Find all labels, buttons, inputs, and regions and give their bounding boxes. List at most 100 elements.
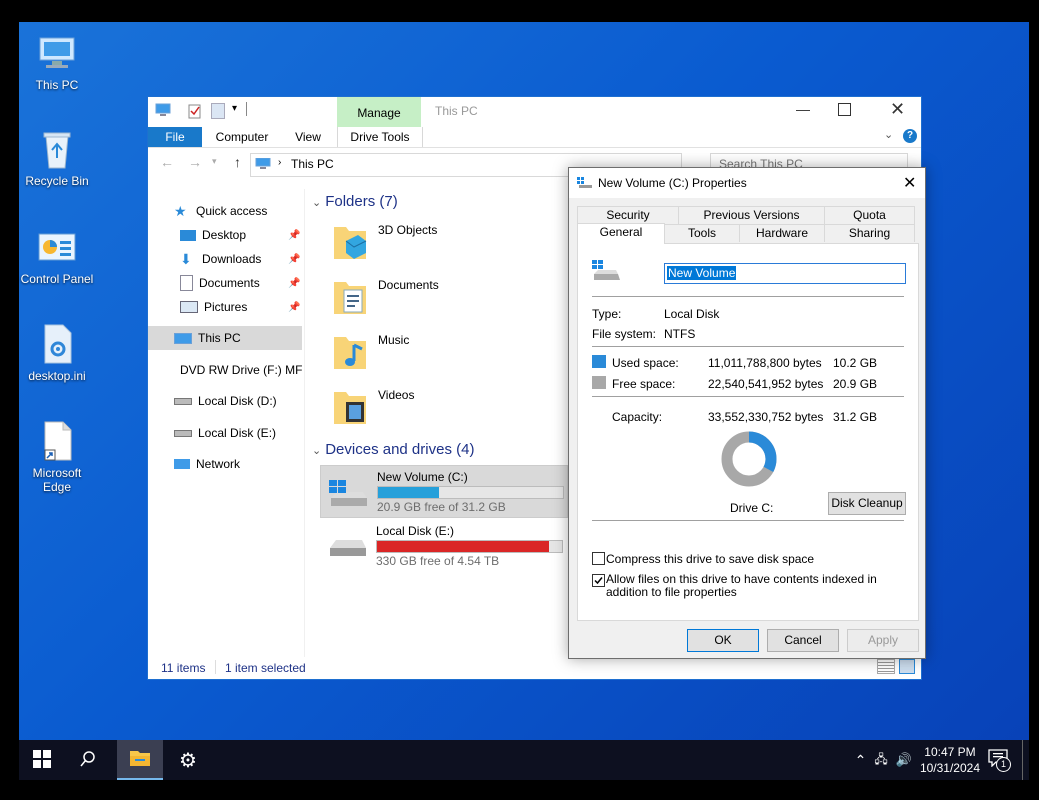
close-icon[interactable]: ✕ bbox=[903, 173, 916, 193]
disk-cleanup-button[interactable]: Disk Cleanup bbox=[828, 492, 906, 515]
system-tray: ⌃ 🖧 🔊 10:47 PM 10/31/2024 1 bbox=[855, 740, 1023, 780]
help-icon[interactable]: ? bbox=[903, 129, 917, 143]
nav-dvd-drive[interactable]: DVD RW Drive (F:) MF bbox=[148, 358, 302, 382]
minimize-icon[interactable]: — bbox=[788, 101, 818, 117]
tab-sharing[interactable]: Sharing bbox=[824, 224, 915, 242]
this-pc-small-icon bbox=[155, 103, 171, 117]
nav-label: Downloads bbox=[202, 252, 262, 266]
file-system-label: File system: bbox=[592, 327, 657, 341]
nav-pictures[interactable]: Pictures 📌 bbox=[148, 295, 302, 319]
devices-group-header[interactable]: ⌄ Devices and drives (4) bbox=[312, 441, 474, 458]
nav-quick-access[interactable]: ★ Quick access bbox=[148, 199, 302, 223]
drive-c-tile[interactable]: New Volume (C:) 20.9 GB free of 31.2 GB bbox=[320, 465, 568, 518]
desktop-icon-microsoft-edge[interactable]: Microsoft Edge bbox=[19, 420, 97, 494]
details-view-icon[interactable] bbox=[877, 659, 895, 674]
clock-time: 10:47 PM bbox=[924, 745, 976, 759]
computer-icon bbox=[174, 332, 192, 344]
tab-security[interactable]: Security bbox=[577, 206, 679, 224]
folder-music[interactable]: Music bbox=[332, 333, 409, 381]
large-icons-view-icon[interactable] bbox=[899, 659, 915, 674]
index-label[interactable]: Allow files on this drive to have conten… bbox=[606, 573, 904, 599]
up-arrow-icon[interactable]: ↑ bbox=[234, 154, 241, 170]
maximize-icon[interactable] bbox=[838, 103, 851, 116]
breadcrumb-this-pc[interactable]: This PC bbox=[291, 157, 334, 171]
folder-label: 3D Objects bbox=[378, 223, 438, 237]
divider bbox=[592, 396, 904, 397]
index-checkbox[interactable] bbox=[592, 574, 605, 587]
compress-checkbox[interactable] bbox=[592, 552, 605, 565]
status-divider bbox=[215, 660, 216, 674]
chevron-down-icon: ⌄ bbox=[312, 197, 322, 209]
shortcut-file-icon bbox=[36, 420, 78, 462]
new-folder-qat-icon[interactable] bbox=[211, 103, 225, 119]
apply-button[interactable]: Apply bbox=[847, 629, 919, 652]
network-icon[interactable]: 🖧 bbox=[874, 750, 887, 771]
type-label: Type: bbox=[592, 307, 622, 321]
recent-locations-icon[interactable]: ▾ bbox=[212, 156, 217, 167]
nav-network[interactable]: Network bbox=[148, 452, 302, 476]
used-space-label: Used space: bbox=[612, 356, 679, 370]
desktop-folder-icon bbox=[180, 229, 196, 241]
close-icon[interactable]: ✕ bbox=[890, 99, 905, 120]
pin-icon[interactable]: 📌 bbox=[288, 254, 300, 265]
search-button[interactable] bbox=[65, 740, 111, 780]
divider bbox=[592, 296, 904, 297]
back-arrow-icon[interactable]: ← bbox=[160, 154, 174, 170]
desktop-icon-this-pc[interactable]: This PC bbox=[19, 32, 97, 92]
cancel-button[interactable]: Cancel bbox=[767, 629, 839, 652]
clock[interactable]: 10:47 PM 10/31/2024 bbox=[920, 744, 980, 776]
type-value: Local Disk bbox=[664, 307, 720, 321]
pin-icon[interactable]: 📌 bbox=[288, 230, 300, 241]
desktop-icon-label: Microsoft Edge bbox=[32, 466, 82, 494]
nav-local-disk-d[interactable]: Local Disk (D:) bbox=[148, 389, 302, 413]
nav-local-disk-e[interactable]: Local Disk (E:) bbox=[148, 421, 302, 445]
tab-computer[interactable]: Computer bbox=[210, 127, 274, 147]
folder-documents[interactable]: Documents bbox=[332, 278, 439, 326]
volume-icon[interactable]: 🔊 bbox=[896, 752, 912, 768]
volume-name-input[interactable]: New Volume bbox=[664, 263, 906, 284]
document-icon bbox=[180, 275, 193, 291]
desktop-icon-control-panel[interactable]: Control Panel bbox=[19, 226, 97, 286]
qat-dropdown-icon[interactable]: ▾ bbox=[232, 103, 237, 114]
tab-previous-versions[interactable]: Previous Versions bbox=[678, 206, 825, 224]
properties-qat-icon[interactable] bbox=[188, 103, 202, 119]
chevron-down-icon: ⌄ bbox=[312, 445, 322, 457]
folders-group-header[interactable]: ⌄ Folders (7) bbox=[312, 193, 398, 210]
folder-videos[interactable]: Videos bbox=[332, 388, 414, 436]
chevron-up-icon[interactable]: ⌃ bbox=[855, 752, 867, 769]
tab-drive-tools[interactable]: Drive Tools bbox=[337, 127, 423, 147]
windows-drive-icon bbox=[327, 478, 371, 508]
start-button[interactable] bbox=[19, 740, 65, 780]
pictures-icon bbox=[180, 301, 198, 313]
settings-taskbar-button[interactable]: ⚙ bbox=[165, 740, 211, 780]
tab-hardware[interactable]: Hardware bbox=[739, 224, 825, 242]
free-space-label: Free space: bbox=[612, 377, 676, 391]
tab-general[interactable]: General bbox=[577, 223, 665, 244]
nav-documents[interactable]: Documents 📌 bbox=[148, 271, 302, 295]
compress-label[interactable]: Compress this drive to save disk space bbox=[606, 552, 814, 566]
drive-e-tile[interactable]: Local Disk (E:) 330 GB free of 4.54 TB bbox=[320, 520, 566, 571]
explorer-title-bar: ▾ Manage This PC — ✕ bbox=[148, 97, 921, 127]
tab-quota[interactable]: Quota bbox=[824, 206, 915, 224]
tab-view[interactable]: View bbox=[286, 127, 330, 147]
network-icon bbox=[174, 459, 190, 469]
tab-file[interactable]: File bbox=[148, 127, 202, 147]
nav-this-pc[interactable]: This PC bbox=[148, 326, 302, 350]
pin-icon[interactable]: 📌 bbox=[288, 278, 300, 289]
show-desktop-button[interactable] bbox=[1022, 740, 1023, 780]
folder-3d-objects[interactable]: 3D Objects bbox=[332, 223, 437, 271]
nav-desktop[interactable]: Desktop 📌 bbox=[148, 223, 302, 247]
music-folder-icon bbox=[332, 333, 368, 373]
ok-button[interactable]: OK bbox=[687, 629, 759, 652]
notification-center-icon[interactable]: 1 bbox=[988, 749, 1011, 772]
desktop-icon-desktop-ini[interactable]: desktop.ini bbox=[19, 323, 97, 383]
file-explorer-taskbar-button[interactable] bbox=[117, 740, 163, 780]
folder-label: Documents bbox=[378, 278, 439, 292]
capacity-label: Capacity: bbox=[612, 410, 663, 424]
desktop-icon-recycle-bin[interactable]: Recycle Bin bbox=[19, 128, 97, 188]
nav-downloads[interactable]: ⬇ Downloads 📌 bbox=[148, 247, 302, 271]
forward-arrow-icon[interactable]: → bbox=[188, 154, 202, 170]
tab-tools[interactable]: Tools bbox=[664, 224, 740, 242]
pin-icon[interactable]: 📌 bbox=[288, 302, 300, 313]
chevron-down-icon[interactable]: ⌄ bbox=[884, 128, 893, 141]
